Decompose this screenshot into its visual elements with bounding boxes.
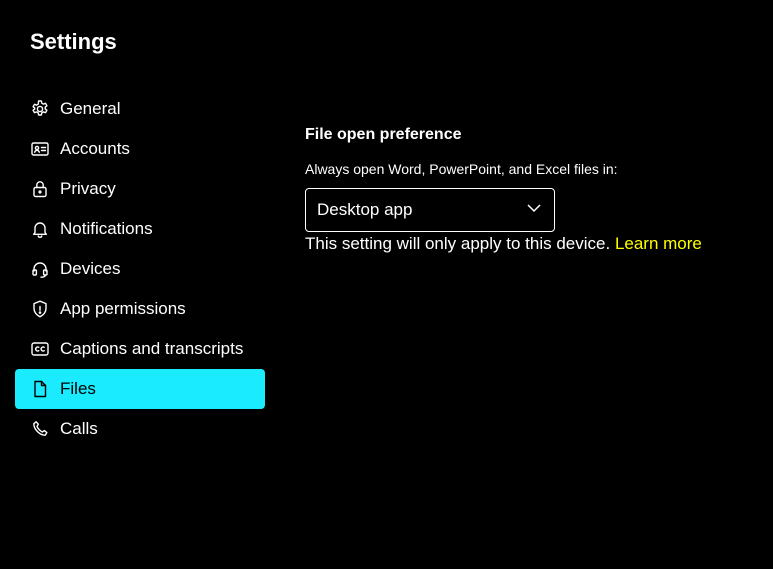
sidebar-item-privacy[interactable]: Privacy xyxy=(15,169,265,209)
helper-text-row: This setting will only apply to this dev… xyxy=(305,233,755,255)
helper-text: This setting will only apply to this dev… xyxy=(305,234,611,253)
id-card-icon xyxy=(29,138,51,160)
sidebar-item-accounts[interactable]: Accounts xyxy=(15,129,265,169)
section-heading: File open preference xyxy=(305,126,462,143)
sidebar-item-label: General xyxy=(60,99,121,118)
sidebar-item-general[interactable]: General xyxy=(15,89,265,129)
sidebar-item-devices[interactable]: Devices xyxy=(15,249,265,289)
sidebar-item-captions[interactable]: Captions and transcripts xyxy=(15,329,265,369)
sidebar-item-label: App permissions xyxy=(60,299,186,318)
settings-sidebar: General Accounts Privacy Notifications D xyxy=(15,89,265,449)
sidebar-item-app-permissions[interactable]: App permissions xyxy=(15,289,265,329)
sidebar-item-label: Devices xyxy=(60,259,121,278)
lock-icon xyxy=(29,178,51,200)
sidebar-item-label: Privacy xyxy=(60,179,116,198)
sidebar-item-label: Files xyxy=(60,379,96,398)
files-settings-panel: File open preference Always open Word, P… xyxy=(305,124,755,255)
shield-icon xyxy=(29,298,51,320)
headset-icon xyxy=(29,258,51,280)
gear-icon xyxy=(29,98,51,120)
file-open-dropdown[interactable]: Desktop app xyxy=(305,188,555,232)
sidebar-item-label: Captions and transcripts xyxy=(60,339,244,358)
field-label: Always open Word, PowerPoint, and Excel … xyxy=(305,161,618,177)
sidebar-item-calls[interactable]: Calls xyxy=(15,409,265,449)
document-icon xyxy=(29,378,51,400)
learn-more-link[interactable]: Learn more xyxy=(615,234,702,253)
sidebar-item-label: Notifications xyxy=(60,219,153,238)
sidebar-item-label: Calls xyxy=(60,419,98,438)
chevron-down-icon xyxy=(526,200,542,221)
sidebar-item-label: Accounts xyxy=(60,139,130,158)
bell-icon xyxy=(29,218,51,240)
phone-icon xyxy=(29,418,51,440)
closed-captions-icon xyxy=(29,338,51,360)
sidebar-item-files[interactable]: Files xyxy=(15,369,265,409)
settings-window: Settings General Accounts Privacy Notifi… xyxy=(0,0,773,569)
dropdown-selected-value: Desktop app xyxy=(317,200,413,219)
sidebar-item-notifications[interactable]: Notifications xyxy=(15,209,265,249)
page-title: Settings xyxy=(30,29,117,54)
